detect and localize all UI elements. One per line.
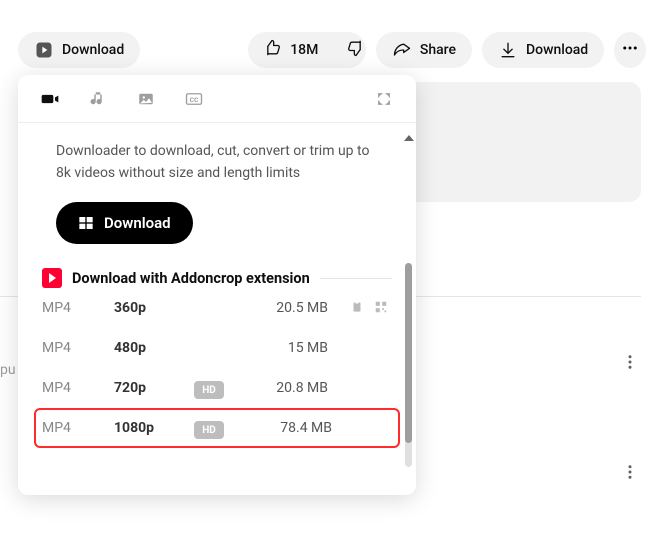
tab-video[interactable]	[26, 75, 74, 123]
truncated-text: pu	[0, 362, 16, 378]
format-label: MP4	[42, 420, 114, 436]
hd-cell: HD	[194, 418, 234, 440]
download-arrow-icon	[498, 40, 518, 60]
section-head: Download with Addoncrop extension	[42, 268, 392, 288]
scroll-up-arrow[interactable]	[404, 135, 414, 141]
format-label: MP4	[42, 380, 114, 396]
hd-cell: HD	[194, 378, 234, 400]
big-download-label: Download	[104, 214, 171, 232]
share-icon	[392, 40, 412, 60]
popup-scrollbar[interactable]	[405, 183, 412, 467]
like-dislike-group: 18M	[248, 32, 366, 68]
qr-icon[interactable]	[374, 299, 388, 318]
play-badge-icon	[34, 40, 54, 60]
download-button-2[interactable]: Download	[482, 32, 604, 68]
expand-button[interactable]	[360, 75, 408, 123]
format-label: MP4	[42, 340, 114, 356]
tab-captions[interactable]: CC	[170, 75, 218, 123]
resolution-label: 720p	[114, 380, 194, 396]
tab-audio[interactable]	[74, 75, 122, 123]
quality-list: MP4360p20.5 MBMP4480p15 MBMP4720pHD20.8 …	[42, 288, 392, 448]
quality-row[interactable]: MP4360p 20.5 MB	[42, 288, 392, 328]
section-line	[320, 278, 392, 279]
like-count: 18M	[290, 42, 318, 58]
windows-download-button[interactable]: Download	[56, 202, 193, 244]
quality-row[interactable]: MP41080pHD 78.4 MB	[34, 408, 400, 448]
dislike-button[interactable]	[332, 32, 365, 68]
svg-text:CC: CC	[190, 96, 199, 104]
more-actions-button[interactable]	[614, 32, 646, 68]
resolution-label: 480p	[114, 340, 194, 356]
popup-body: Downloader to download, cut, convert or …	[18, 123, 416, 495]
thumbs-down-icon	[346, 38, 365, 62]
size-label: 20.8 MB	[234, 380, 328, 396]
like-button[interactable]: 18M	[248, 32, 332, 68]
popup-description: Downloader to download, cut, convert or …	[42, 141, 392, 184]
download-pill-label: Download	[62, 42, 124, 58]
share-button[interactable]: Share	[376, 32, 472, 68]
popup-tabs: CC	[18, 75, 416, 123]
resolution-label: 1080p	[114, 420, 194, 436]
download2-label: Download	[526, 42, 588, 58]
row-menu-2[interactable]	[618, 460, 642, 484]
resolution-label: 360p	[114, 300, 194, 316]
download-popup: CC Downloader to download, cut, convert …	[18, 75, 416, 495]
share-label: Share	[420, 42, 456, 58]
download-pill[interactable]: Download	[18, 32, 140, 68]
action-bar: Download 18M Share Download	[18, 32, 646, 68]
clipboard-icon[interactable]	[350, 299, 364, 318]
size-label: 20.5 MB	[234, 300, 328, 316]
more-horizontal-icon	[621, 39, 639, 61]
section-title: Download with Addoncrop extension	[72, 270, 310, 287]
quality-row[interactable]: MP4720pHD 20.8 MB	[42, 368, 392, 408]
thumbs-up-icon	[262, 38, 282, 62]
row-menu-1[interactable]	[618, 350, 642, 374]
tab-image[interactable]	[122, 75, 170, 123]
addoncrop-icon	[42, 268, 62, 288]
hd-badge: HD	[194, 381, 224, 399]
hd-badge: HD	[194, 421, 224, 439]
size-label: 15 MB	[234, 340, 328, 356]
quality-row[interactable]: MP4480p 15 MB	[42, 328, 392, 368]
format-label: MP4	[42, 300, 114, 316]
windows-icon	[78, 215, 94, 231]
row-extras	[328, 299, 388, 318]
size-label: 78.4 MB	[234, 420, 332, 436]
